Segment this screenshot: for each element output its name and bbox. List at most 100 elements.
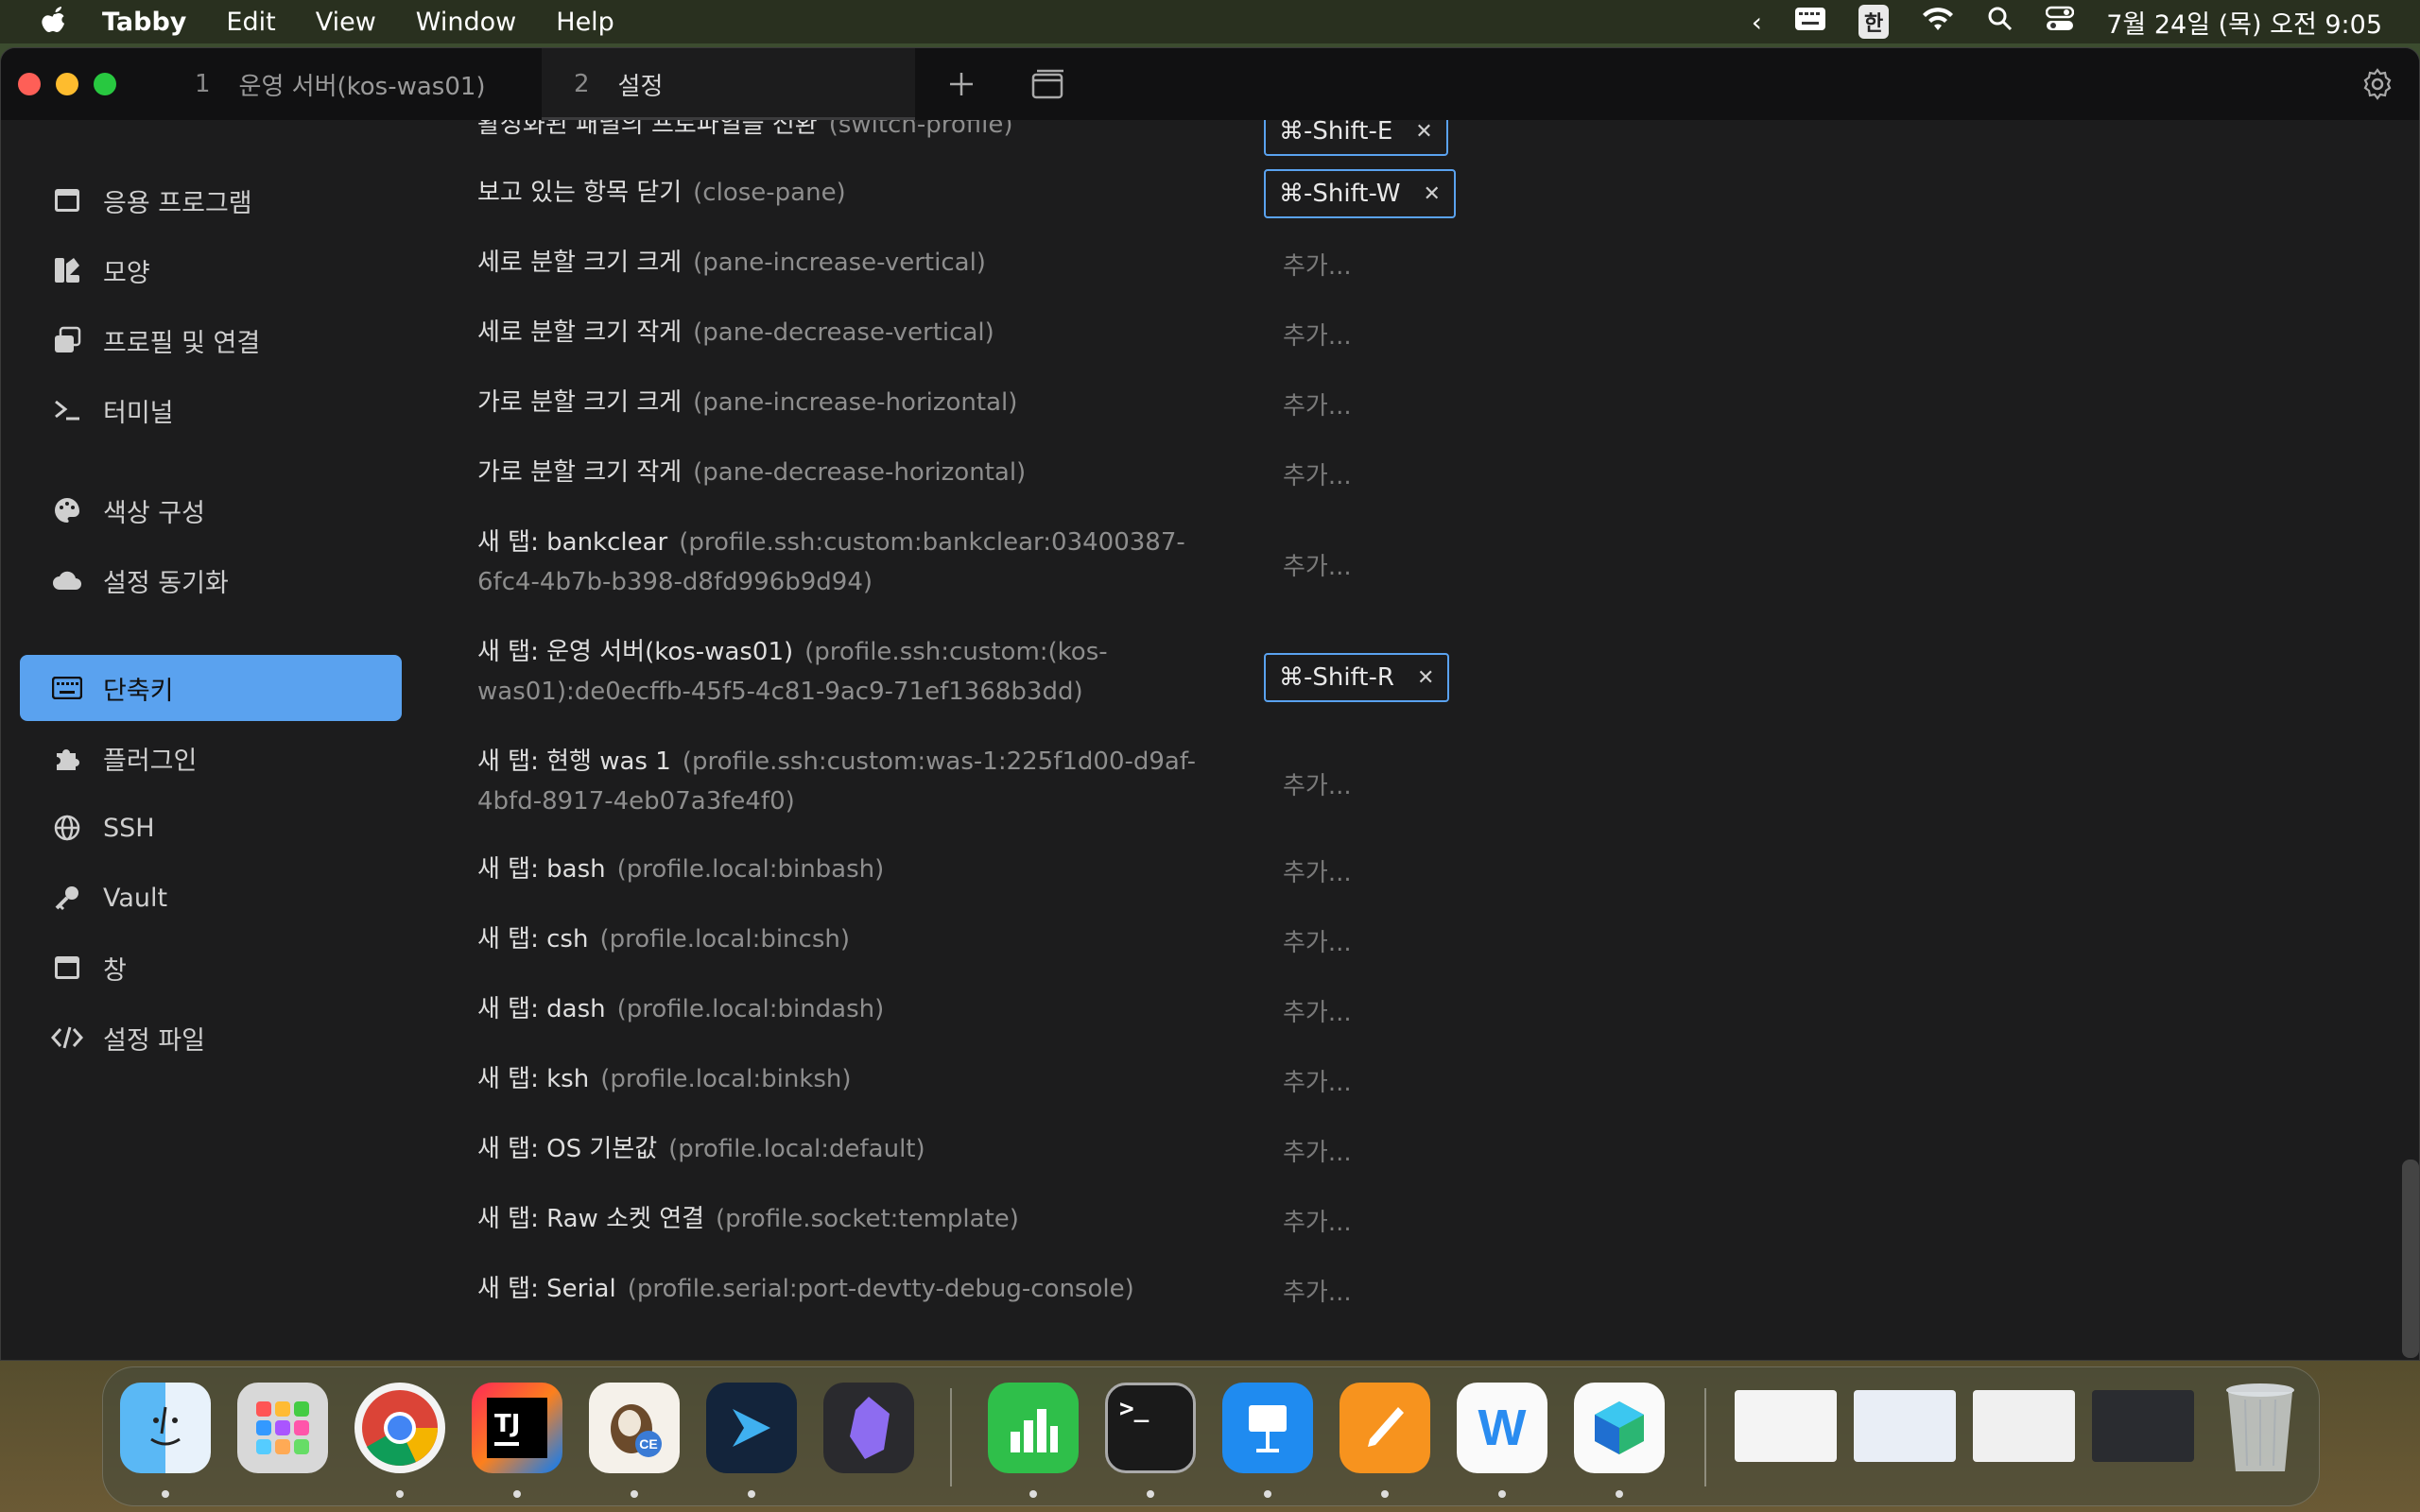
hotkey-row: 세로 분할 크기 작게 (pane-decrease-vertical) (477, 313, 1517, 352)
add-binding-button[interactable]: 추가... (1283, 317, 1352, 352)
close-window-button[interactable] (18, 73, 41, 95)
trash-icon[interactable] (2215, 1383, 2306, 1473)
chrome-icon[interactable] (354, 1383, 445, 1473)
keynote-icon[interactable] (1222, 1383, 1313, 1473)
tab-number: 2 (574, 70, 590, 98)
hotkey-row: 새 탭: bash (profile.local:binbash) (477, 850, 1517, 889)
naver-works-icon[interactable] (1574, 1383, 1665, 1473)
menu-help[interactable]: Help (556, 8, 614, 37)
sidebar-item-label: 프로필 및 연결 (103, 328, 261, 358)
hotkey-binding[interactable]: ⌘-Shift-E ✕ (1264, 120, 1448, 156)
hotkey-row: 가로 분할 크기 작게 (pane-decrease-horizontal) (477, 453, 1517, 492)
add-binding-button[interactable]: 추가... (1283, 387, 1352, 421)
wifi-icon[interactable] (1921, 6, 1955, 39)
sidebar-item-label: 단축키 (103, 676, 174, 706)
gear-icon[interactable] (2359, 65, 2396, 103)
sidebar-item-config-file[interactable]: 설정 파일 (20, 1005, 402, 1071)
dbeaver-icon[interactable]: CE (589, 1383, 680, 1473)
hotkey-description: 가로 분할 크기 작게 (477, 458, 683, 487)
add-binding-button[interactable]: 추가... (1283, 1133, 1352, 1168)
tabby-icon[interactable] (706, 1383, 797, 1473)
hotkey-binding[interactable]: ⌘-Shift-R ✕ (1264, 653, 1450, 702)
terminal-app-icon[interactable]: >_ (1105, 1383, 1196, 1473)
zoom-window-button[interactable] (94, 73, 116, 95)
sidebar-item-plugins[interactable]: 플러그인 (20, 725, 402, 791)
keyboard-icon[interactable] (1794, 7, 1826, 38)
profiles-menu-icon[interactable] (1029, 65, 1067, 103)
numbers-icon[interactable] (988, 1383, 1079, 1473)
search-icon[interactable] (1987, 6, 2014, 39)
sidebar-item-label: 창 (103, 955, 127, 986)
sidebar-item-profiles[interactable]: 프로필 및 연결 (20, 307, 402, 373)
hotkey-id: (close-pane) (693, 179, 846, 207)
input-source-badge[interactable]: 한 (1858, 5, 1890, 39)
add-binding-button[interactable]: 추가... (1283, 853, 1352, 888)
hotkey-description: 새 탭: OS 기본값 (477, 1135, 658, 1163)
hotkey-description: 세로 분할 크기 작게 (477, 318, 683, 347)
add-binding-button[interactable]: 추가... (1283, 247, 1352, 282)
minimized-window-thumbnail[interactable] (1854, 1390, 1956, 1462)
hotkey-description: 새 탭: Serial (477, 1275, 616, 1303)
hotkey-row: 새 탭: bankclear (profile.ssh:custom:bankcl… (477, 523, 1517, 602)
dock: TJ CE >_ W (102, 1366, 2320, 1506)
menu-window[interactable]: Window (416, 8, 516, 37)
running-indicator (1381, 1490, 1389, 1498)
add-binding-button[interactable]: 추가... (1283, 923, 1352, 958)
obsidian-icon[interactable] (823, 1383, 914, 1473)
minimize-window-button[interactable] (56, 73, 78, 95)
hotkey-description: 새 탭: Raw 소켓 연결 (477, 1205, 705, 1233)
sidebar-item-hotkeys[interactable]: 단축키 (20, 655, 402, 721)
pages-icon[interactable] (1340, 1383, 1430, 1473)
tab-settings[interactable]: 2 설정 (542, 48, 915, 120)
remove-binding-icon[interactable]: ✕ (1417, 666, 1434, 690)
finder-icon[interactable] (120, 1383, 211, 1473)
puzzle-icon (50, 741, 84, 775)
running-indicator (396, 1490, 404, 1498)
sidebar-item-window[interactable]: 창 (20, 935, 402, 1001)
menu-app-name[interactable]: Tabby (102, 8, 186, 37)
launchpad-icon[interactable] (237, 1383, 328, 1473)
add-binding-button[interactable]: 추가... (1283, 766, 1352, 801)
profiles-icon (50, 323, 84, 357)
minimized-window-thumbnail[interactable] (2092, 1390, 2194, 1462)
sidebar-item-application[interactable]: 응용 프로그램 (20, 167, 402, 233)
hotkey-row: 새 탭: Serial (profile.serial:port-devtty-d… (477, 1269, 1517, 1309)
chevron-left-icon[interactable]: ‹ (1752, 7, 1762, 38)
sidebar-item-label: 설정 동기화 (103, 568, 229, 598)
sidebar-item-label: SSH (103, 813, 155, 843)
naver-whale-icon[interactable]: W (1457, 1383, 1547, 1473)
add-binding-button[interactable]: 추가... (1283, 993, 1352, 1028)
tab-server[interactable]: 1 운영 서버(kos-was01) (195, 48, 540, 120)
intellij-icon[interactable]: TJ (472, 1383, 562, 1473)
add-binding-button[interactable]: 추가... (1283, 1203, 1352, 1238)
running-indicator (1147, 1490, 1154, 1498)
cloud-icon (50, 563, 84, 597)
menubar-clock[interactable]: 7월 24일 (목) 오전 9:05 (2106, 4, 2382, 41)
hotkey-description: 새 탭: 현행 was 1 (477, 747, 671, 776)
hotkey-row: 새 탭: csh (profile.local:bincsh) (477, 919, 1517, 959)
minimized-window-thumbnail[interactable] (1973, 1390, 2075, 1462)
add-binding-button[interactable]: 추가... (1283, 1063, 1352, 1098)
menu-edit[interactable]: Edit (226, 8, 275, 37)
remove-binding-icon[interactable]: ✕ (1415, 120, 1432, 144)
hotkey-row: 새 탭: OS 기본값 (profile.local:default) (477, 1129, 1517, 1169)
control-center-icon[interactable] (2045, 6, 2075, 39)
menu-view[interactable]: View (316, 8, 376, 37)
hotkey-binding[interactable]: ⌘-Shift-W ✕ (1264, 169, 1456, 218)
add-binding-button[interactable]: 추가... (1283, 456, 1352, 491)
sidebar-item-appearance[interactable]: 모양 (20, 237, 402, 303)
apple-icon[interactable] (38, 6, 70, 38)
sidebar-item-ssh[interactable]: SSH (20, 795, 402, 861)
hotkey-id: (profile.local:binksh) (600, 1065, 852, 1093)
tab-label: 설정 (617, 72, 664, 101)
remove-binding-icon[interactable]: ✕ (1424, 182, 1441, 206)
sidebar-item-config-sync[interactable]: 설정 동기화 (20, 547, 402, 613)
plus-icon[interactable] (942, 65, 980, 103)
scrollbar-thumb[interactable] (2402, 1160, 2419, 1358)
sidebar-item-terminal[interactable]: 터미널 (20, 377, 402, 443)
add-binding-button[interactable]: 추가... (1283, 1273, 1352, 1308)
sidebar-item-color-scheme[interactable]: 색상 구성 (20, 477, 402, 543)
add-binding-button[interactable]: 추가... (1283, 547, 1352, 582)
sidebar-item-vault[interactable]: Vault (20, 865, 402, 931)
minimized-window-thumbnail[interactable] (1735, 1390, 1837, 1462)
